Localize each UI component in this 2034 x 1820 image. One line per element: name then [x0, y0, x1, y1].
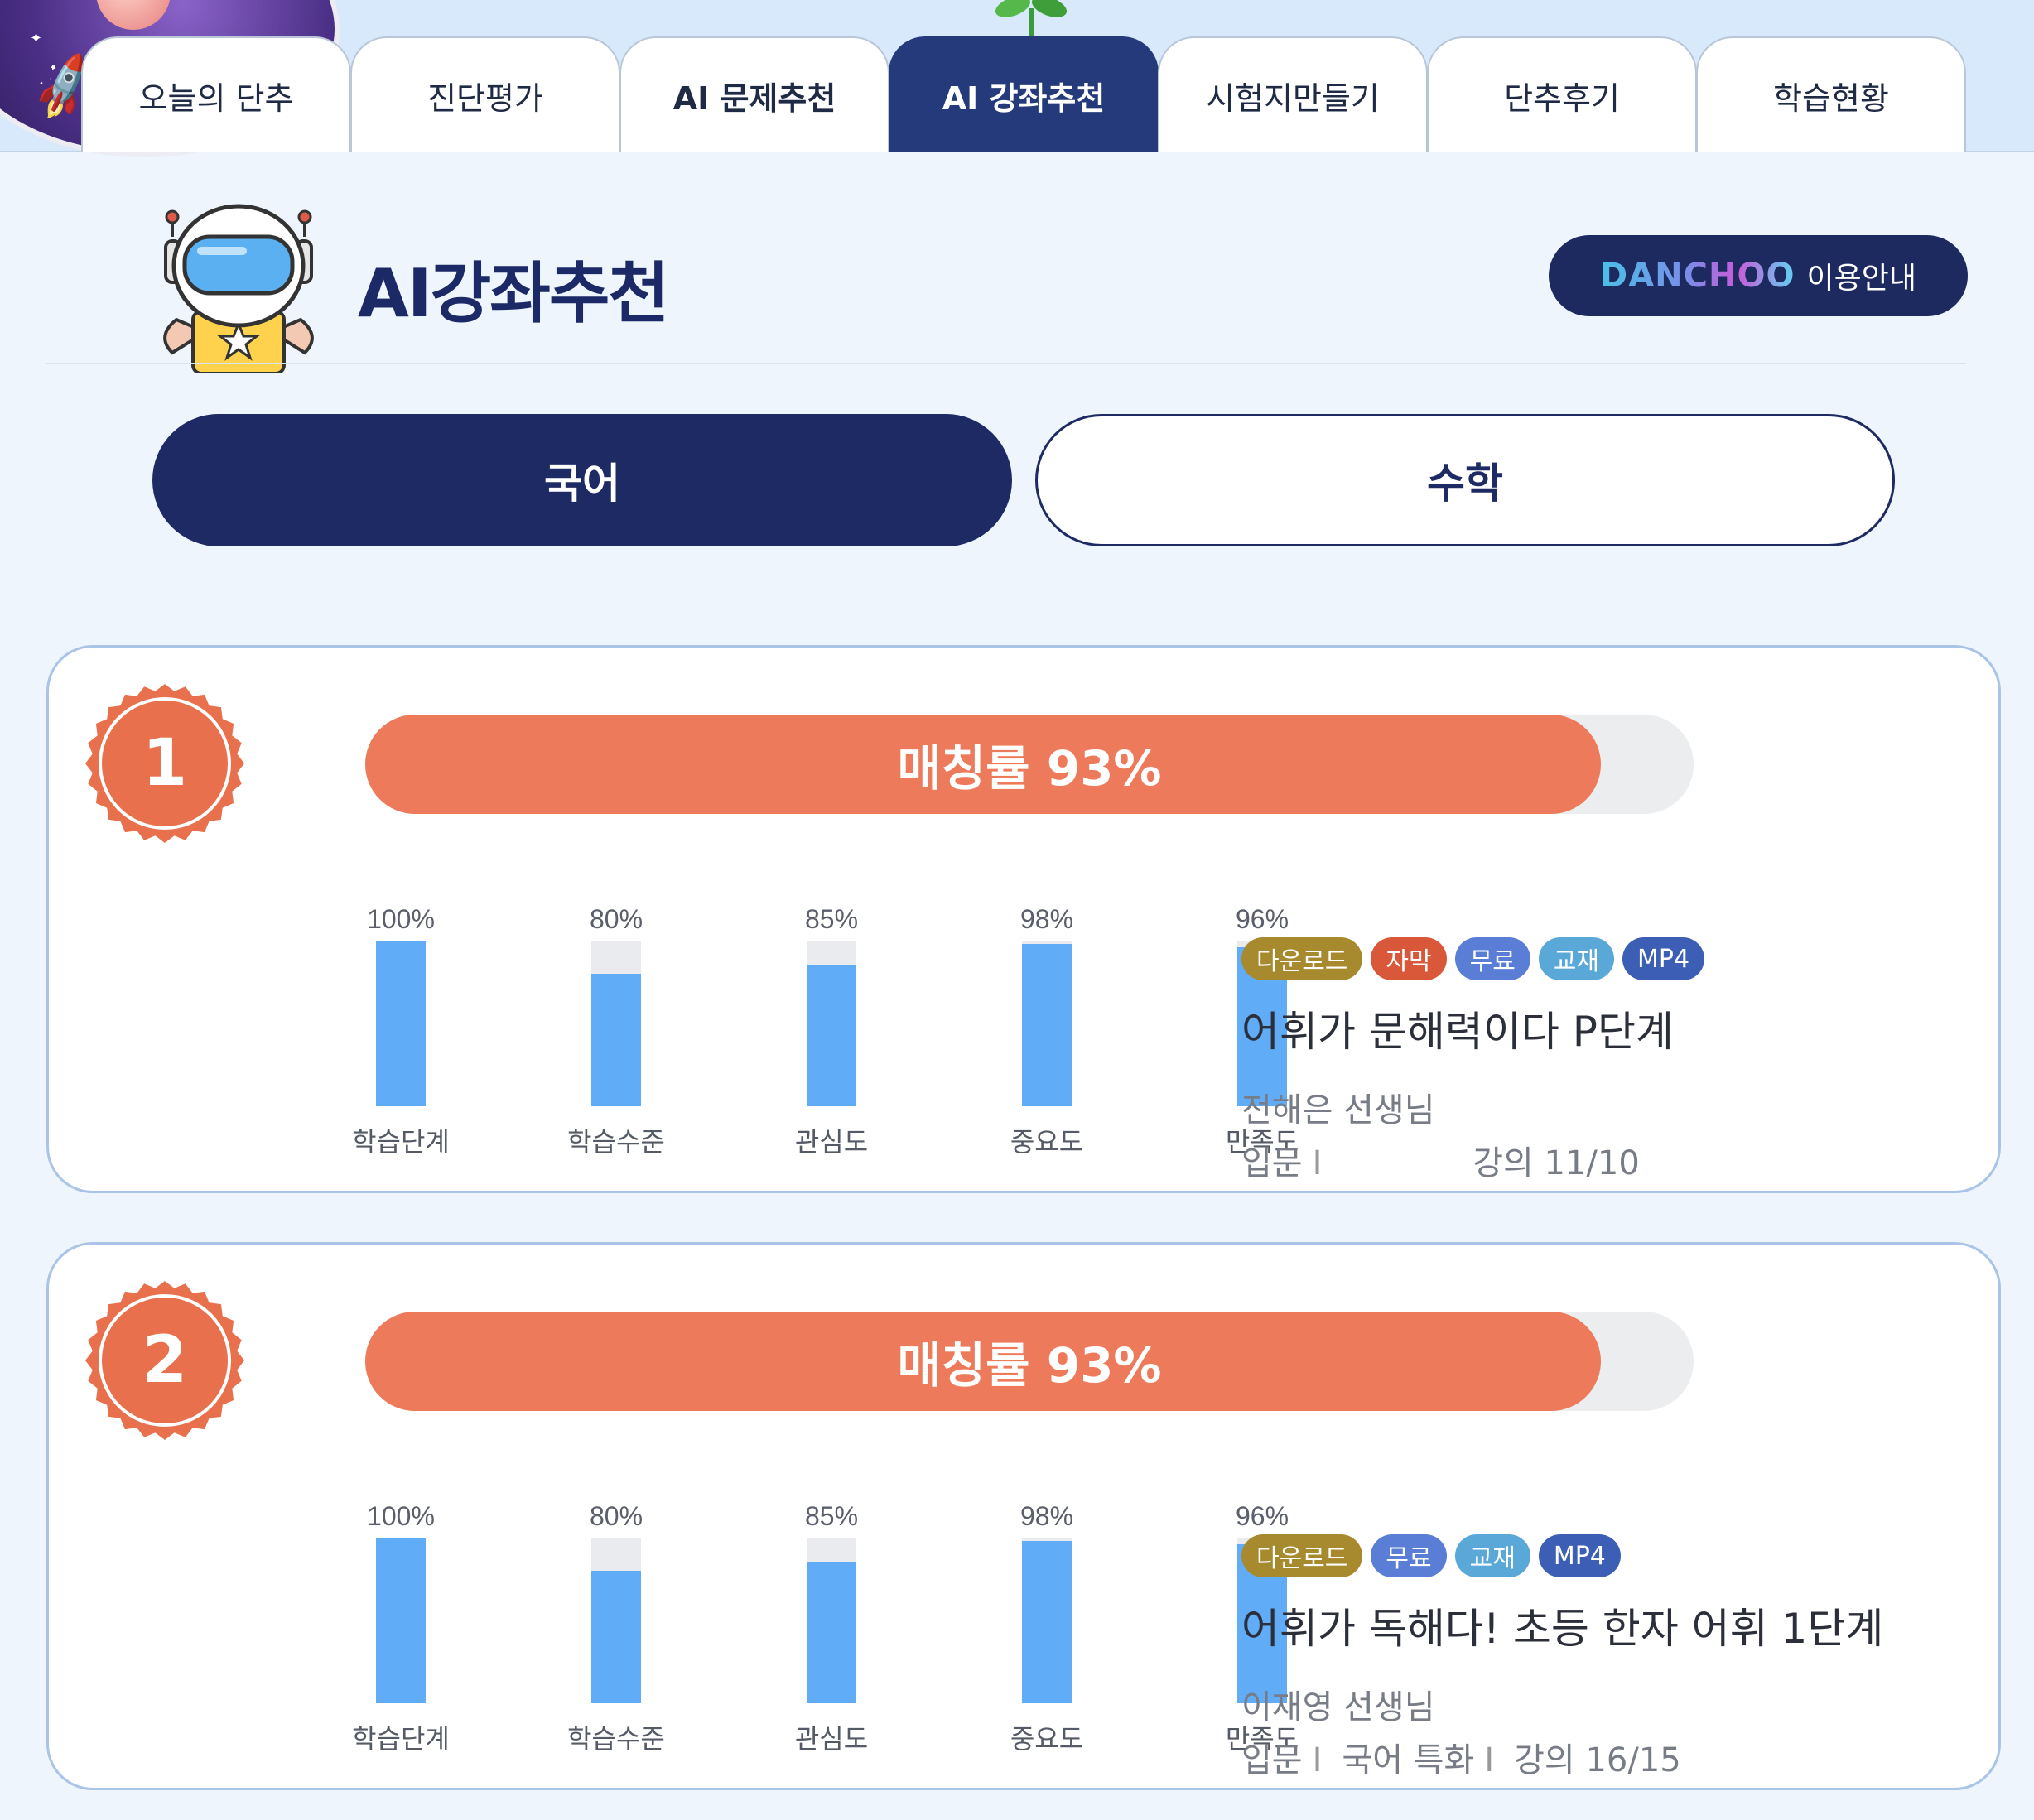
header-divider — [46, 363, 1966, 364]
metric-chart: 100% 학습단계 80% 학습수준 85% 관심도 98% 중요도 96% 만족도 — [352, 1501, 1299, 1758]
tab-2[interactable]: AI 문제추천 — [619, 36, 889, 152]
metric-item: 98% 중요도 — [985, 904, 1109, 1161]
course-info: 다운로드 무료 교재 MP4 어휘가 독해다! 초등 한자 어휘 1단계이재영 선생님입… — [1241, 1534, 1970, 1781]
metric-bar — [1022, 1541, 1072, 1703]
danchoo-logo: DANCHOO — [1600, 257, 1795, 295]
metric-bar-track — [376, 941, 426, 1106]
metric-bar — [376, 1538, 426, 1703]
metric-bar — [376, 941, 426, 1106]
metric-label: 학습단계 — [352, 1723, 450, 1755]
course-title-link[interactable]: 어휘가 독해다! 초등 한자 어휘 1단계 — [1241, 1596, 1970, 1655]
metric-value: 85% — [804, 1501, 859, 1531]
metric-bar-track — [807, 1538, 856, 1703]
course-teacher: 이재영 선생님 — [1241, 1688, 1435, 1726]
course-info: 다운로드자막무료교재MP4어휘가 문해력이다 P단계전해은 선생님입문II강의 … — [1241, 937, 1970, 1184]
metric-value: 100% — [367, 904, 435, 934]
metric-bar-track — [807, 941, 856, 1106]
course-card[interactable]: 1 매칭률 93% 100% 학습단계 80% 학습수준 85% 관심도 98% 중요도 96% 만족… — [46, 645, 2001, 1193]
page-title: AI강좌추천 — [358, 255, 669, 332]
tab-6[interactable]: 학습현황 — [1696, 36, 1966, 152]
metric-label: 중요도 — [1010, 1126, 1084, 1158]
metric-value: 96% — [1235, 1501, 1289, 1531]
tab-3[interactable]: AI 강좌추천 — [889, 36, 1159, 152]
subject-korean-button[interactable]: 국어 — [152, 414, 1012, 546]
metric-chart: 100% 학습단계 80% 학습수준 85% 관심도 98% 중요도 96% 만족도 — [352, 904, 1299, 1161]
metric-item: 85% 관심도 — [769, 1501, 894, 1758]
metric-label: 학습수준 — [567, 1126, 665, 1158]
course-tag: 교재 — [1538, 937, 1615, 980]
metric-value: 98% — [1019, 1501, 1074, 1531]
metric-item: 80% 학습수준 — [554, 1501, 678, 1758]
metric-label: 관심도 — [794, 1126, 869, 1158]
metric-item: 85% 관심도 — [769, 904, 894, 1161]
metric-bar — [591, 974, 641, 1106]
metric-bar-track — [1022, 1538, 1072, 1703]
course-tags: 다운로드 무료 교재 MP4 — [1241, 1534, 1970, 1577]
metric-bar-track — [591, 941, 641, 1106]
course-tag: MP4 — [1622, 937, 1705, 980]
course-teacher: 전해은 선생님 — [1241, 1091, 1435, 1129]
course-tag: 무료 — [1371, 1534, 1447, 1577]
course-tags: 다운로드 자막 무료 교재 MP4 — [1241, 937, 1970, 980]
metric-bar — [807, 965, 856, 1106]
metric-bar — [591, 1571, 641, 1703]
usage-guide-label: 이용안내 — [1806, 262, 1916, 296]
metric-value: 96% — [1235, 904, 1289, 934]
metric-bar-track — [591, 1538, 641, 1703]
metric-bar-track — [1022, 941, 1072, 1106]
metric-bar-track — [376, 1538, 426, 1703]
course-lectures: 강의 16/15 — [1514, 1741, 1681, 1779]
rank-badge: 1 — [82, 681, 248, 846]
course-level: 입문 — [1241, 1741, 1303, 1779]
tab-0[interactable]: 오늘의 단추 — [81, 36, 351, 152]
course-tag: 교재 — [1454, 1534, 1530, 1577]
course-title-link[interactable]: 어휘가 문해력이다 P단계 — [1241, 999, 1970, 1058]
rank-badge: 2 — [82, 1278, 248, 1443]
course-category: 국어 특화 — [1342, 1741, 1475, 1779]
rank-number: 2 — [142, 1323, 188, 1398]
metric-value: 98% — [1019, 904, 1074, 934]
metric-item: 98% 중요도 — [985, 1501, 1109, 1758]
metric-value: 100% — [367, 1501, 435, 1531]
meta-separator: I — [1312, 1144, 1323, 1182]
sprout-icon — [995, 0, 1068, 37]
course-card[interactable]: 2 매칭률 93% 100% 학습단계 80% 학습수준 85% 관심도 98% 중요도 96% 만족… — [46, 1242, 2001, 1790]
course-tag: 다운로드 — [1241, 1534, 1363, 1577]
course-tag: 자막 — [1371, 937, 1447, 980]
metric-value: 80% — [589, 904, 643, 934]
course-tag: 다운로드 — [1241, 937, 1363, 980]
course-meta: 입문 I 국어 특화 I 강의 16/15 — [1241, 1733, 1970, 1781]
match-rate-label: 매칭률 93% — [897, 1337, 1162, 1394]
rank-number: 1 — [142, 726, 188, 801]
match-rate-bar: 매칭률 93% — [365, 715, 1694, 814]
metric-label: 학습단계 — [352, 1126, 450, 1158]
top-nav-bar: ✦ · ✦ 🚀 오늘의 단추진단평가AI 문제추천AI 강좌추천시험지만들기단추… — [0, 0, 2034, 157]
subject-math-button[interactable]: 수학 — [1035, 414, 1895, 546]
metric-value: 85% — [804, 904, 859, 934]
metric-bar — [1022, 944, 1072, 1106]
tab-5[interactable]: 단추후기 — [1427, 36, 1697, 152]
course-level: 입문 — [1241, 1144, 1303, 1182]
course-tag: 무료 — [1454, 937, 1530, 980]
astronaut-mascot-icon — [163, 204, 314, 373]
match-rate-label: 매칭률 93% — [897, 740, 1162, 797]
meta-separator: I — [1312, 1741, 1323, 1779]
metric-label: 학습수준 — [567, 1723, 665, 1755]
tab-4[interactable]: 시험지만들기 — [1158, 36, 1428, 152]
course-meta: 입문II강의 11/10 — [1241, 1136, 1970, 1184]
main-tabs: 오늘의 단추 진단평가 AI 문제추천 AI 강좌추천 시험지만들기 단추후기 학습현황 — [81, 36, 1966, 152]
metric-bar — [807, 1562, 856, 1703]
meta-separator: I — [1484, 1741, 1495, 1779]
metric-label: 중요도 — [1010, 1723, 1084, 1755]
usage-guide-button[interactable]: DANCHOO 이용안내 — [1549, 235, 1968, 316]
metric-label: 관심도 — [794, 1723, 869, 1755]
course-lectures: 강의 11/10 — [1472, 1144, 1640, 1182]
tab-1[interactable]: 진단평가 — [350, 36, 620, 152]
metric-item: 100% 학습단계 — [339, 904, 463, 1161]
metric-item: 80% 학습수준 — [554, 904, 678, 1161]
metric-value: 80% — [589, 1501, 643, 1531]
course-tag: MP4 — [1538, 1534, 1621, 1577]
metric-item: 100% 학습단계 — [339, 1501, 463, 1758]
match-rate-bar: 매칭률 93% — [365, 1312, 1694, 1411]
